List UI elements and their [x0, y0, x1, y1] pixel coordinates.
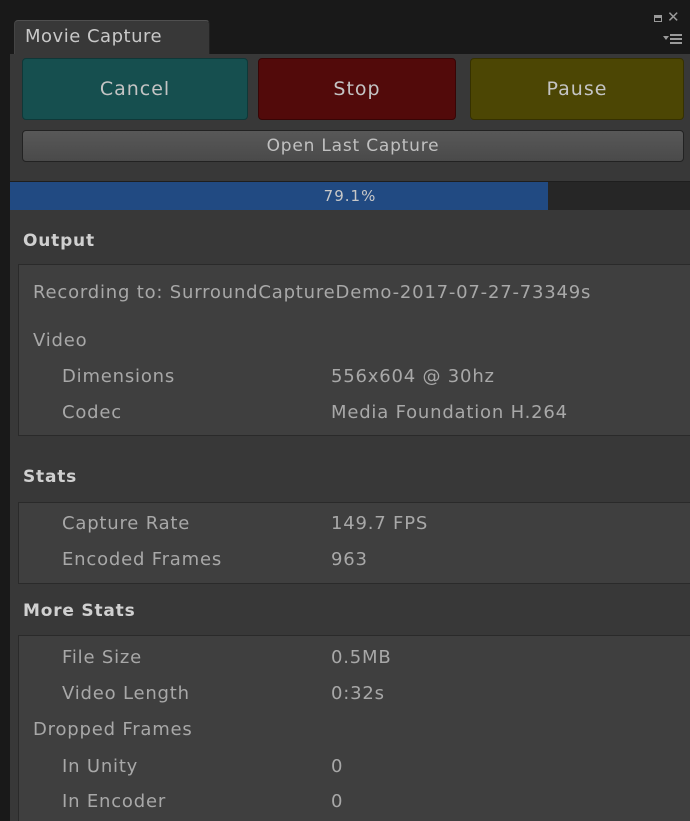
in-encoder-label: In Encoder	[62, 791, 167, 812]
window-menu-icon[interactable]	[663, 32, 683, 44]
cancel-button[interactable]: Cancel	[22, 58, 248, 120]
in-unity-label: In Unity	[62, 756, 139, 777]
capture-rate-label: Capture Rate	[62, 513, 191, 534]
capture-progress-bar: 79.1%	[10, 181, 690, 210]
video-length-label: Video Length	[62, 683, 190, 704]
stop-button[interactable]: Stop	[258, 58, 456, 120]
progress-percentage: 79.1%	[323, 187, 377, 205]
dimensions-label: Dimensions	[62, 366, 176, 387]
file-size-label: File Size	[62, 647, 142, 668]
encoded-frames-value: 963	[331, 549, 368, 570]
file-size-value: 0.5MB	[331, 647, 392, 668]
tab-movie-capture[interactable]: Movie Capture	[14, 20, 210, 54]
more-stats-header: More Stats	[23, 601, 136, 621]
movie-capture-window: Movie Capture ✕ Cancel Stop Pause Open L…	[10, 8, 690, 821]
video-length-value: 0:32s	[331, 683, 385, 704]
pause-button[interactable]: Pause	[470, 58, 684, 120]
output-header: Output	[23, 231, 95, 251]
codec-label: Codec	[62, 402, 122, 423]
recording-to-text: Recording to: SurroundCaptureDemo-2017-0…	[33, 282, 592, 303]
close-icon[interactable]: ✕	[667, 9, 680, 26]
encoded-frames-label: Encoded Frames	[62, 549, 222, 570]
in-encoder-value: 0	[331, 791, 344, 812]
window-controls: ✕	[650, 9, 684, 50]
tab-bar: Movie Capture ✕	[10, 8, 690, 54]
in-unity-value: 0	[331, 756, 344, 777]
capture-rate-value: 149.7 FPS	[331, 513, 429, 534]
dropped-frames-label: Dropped Frames	[33, 719, 193, 740]
maximize-icon[interactable]	[654, 15, 662, 22]
video-label: Video	[33, 330, 88, 351]
codec-value: Media Foundation H.264	[331, 402, 568, 423]
open-last-capture-button[interactable]: Open Last Capture	[22, 130, 684, 162]
dimensions-value: 556x604 @ 30hz	[331, 366, 495, 387]
stats-header: Stats	[23, 467, 78, 487]
